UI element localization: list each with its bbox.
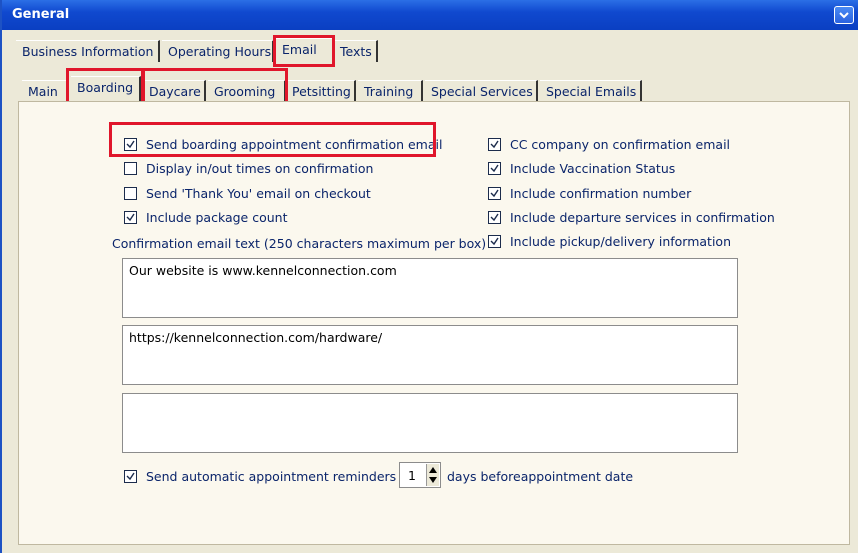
thank-you-label: Send 'Thank You' email on checkout (146, 186, 371, 201)
check-icon (490, 237, 499, 246)
tab-label: Special Emails (546, 84, 637, 99)
reminders-checkbox[interactable] (124, 470, 137, 483)
package-count-checkbox[interactable] (124, 211, 137, 224)
tab-special-emails[interactable]: Special Emails (540, 80, 642, 102)
check-icon (490, 140, 499, 149)
check-icon (126, 213, 135, 222)
window-title: General (12, 7, 70, 22)
tab-business-information[interactable]: Business Information (16, 40, 160, 62)
check-icon (126, 472, 135, 481)
tab-label: Training (364, 84, 414, 99)
tab-texts[interactable]: Texts (334, 40, 378, 62)
stepper-buttons[interactable] (426, 464, 439, 486)
display-times-checkbox[interactable] (124, 162, 137, 175)
tab-main[interactable]: Main (22, 80, 69, 102)
package-count-label: Include package count (146, 210, 288, 225)
departure-services-checkbox[interactable] (488, 211, 501, 224)
vaccination-status-label: Include Vaccination Status (510, 161, 676, 176)
tab-label: Texts (340, 44, 372, 59)
reminder-days-suffix: days beforeappointment date (447, 469, 634, 484)
confirmation-text-box-2[interactable]: https://kennelconnection.com/hardware/ (122, 325, 738, 385)
pickup-delivery-label: Include pickup/delivery information (510, 234, 731, 249)
tab-label: Business Information (22, 44, 154, 59)
pickup-delivery-checkbox[interactable] (488, 235, 501, 248)
general-window: General Business Information Operating H… (0, 0, 858, 553)
tab-petsitting[interactable]: Petsitting (286, 80, 356, 102)
confirmation-number-label: Include confirmation number (510, 186, 692, 201)
tab-label: Main (28, 84, 58, 99)
chevron-down-icon (839, 12, 849, 19)
reminder-days-stepper[interactable]: 1 (399, 462, 441, 488)
check-icon (490, 213, 499, 222)
check-icon (490, 164, 499, 173)
email-tab-highlight (273, 35, 335, 67)
check-icon (490, 189, 499, 198)
display-times-label: Display in/out times on confirmation (146, 161, 374, 176)
reminder-days-value[interactable]: 1 (408, 468, 416, 483)
vaccination-status-checkbox[interactable] (488, 162, 501, 175)
thank-you-checkbox[interactable] (124, 187, 137, 200)
minimize-button[interactable] (834, 6, 854, 24)
tab-label: Special Services (431, 84, 533, 99)
confirmation-text-label: Confirmation email text (250 characters … (112, 236, 487, 251)
confirmation-number-checkbox[interactable] (488, 187, 501, 200)
reminders-label: Send automatic appointment reminders (146, 469, 397, 484)
title-bar: General (2, 0, 858, 30)
up-down-arrows-icon (429, 467, 437, 483)
send-confirmation-highlight (109, 122, 436, 157)
top-tab-strip: Business Information Operating Hours Ema… (16, 38, 856, 64)
departure-services-label: Include departure services in confirmati… (510, 210, 775, 225)
cc-company-label: CC company on confirmation email (510, 137, 731, 152)
tab-special-services[interactable]: Special Services (425, 80, 538, 102)
confirmation-text-box-1[interactable]: Our website is www.kennelconnection.com (122, 258, 738, 318)
tab-training[interactable]: Training (358, 80, 423, 102)
tab-operating-hours[interactable]: Operating Hours (162, 40, 274, 62)
tab-label: Petsitting (292, 84, 351, 99)
tab-label: Operating Hours (168, 44, 272, 59)
confirmation-text-box-3[interactable] (122, 393, 738, 453)
cc-company-checkbox[interactable] (488, 138, 501, 151)
